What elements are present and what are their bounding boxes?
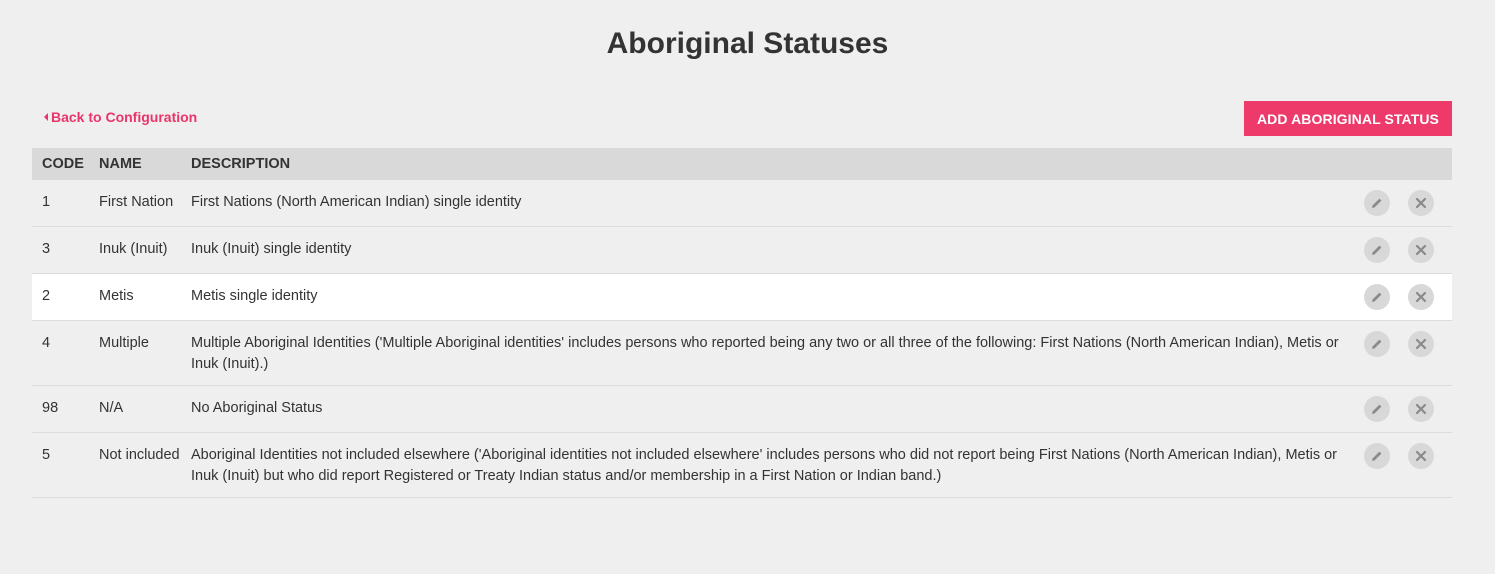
column-header-code[interactable]: CODE [32, 148, 89, 180]
edit-button[interactable] [1364, 284, 1390, 310]
table-row: 3 Inuk (Inuit) Inuk (Inuit) single identit… [32, 227, 1452, 274]
aboriginal-statuses-table: CODE NAME DESCRIPTION 1 First Nation First… [32, 148, 1452, 498]
cell-name: Inuk (Inuit) [99, 241, 168, 257]
cell-code: 98 [42, 400, 59, 416]
cell-code: 1 [42, 194, 51, 210]
column-header-actions [1348, 148, 1452, 180]
cell-code: 2 [42, 288, 51, 304]
cell-name: Metis [99, 288, 134, 304]
cell-description: First Nations (North American Indian) si… [191, 194, 522, 210]
table-row: 98 N/A No Aboriginal Status [32, 386, 1452, 433]
delete-button[interactable] [1408, 443, 1434, 469]
edit-button[interactable] [1364, 331, 1390, 357]
cell-actions [1348, 386, 1452, 433]
cell-name: N/A [99, 400, 124, 416]
edit-button[interactable] [1364, 190, 1390, 216]
cell-actions [1348, 321, 1452, 386]
cell-actions [1348, 227, 1452, 274]
column-header-name[interactable]: NAME [89, 148, 181, 180]
table-row: 2 Metis Metis single identity [32, 273, 1452, 321]
cell-description: Multiple Aboriginal Identities ('Multipl… [191, 335, 1339, 372]
cell-description: No Aboriginal Status [191, 400, 323, 416]
cell-code: 3 [42, 241, 51, 257]
edit-button[interactable] [1364, 237, 1390, 263]
table-row: 5 Not included Aboriginal Identities not i… [32, 433, 1452, 498]
cell-actions [1348, 274, 1452, 321]
back-to-configuration-link[interactable]: Back to Configuration [44, 109, 197, 125]
delete-button[interactable] [1408, 396, 1434, 422]
cell-description: Inuk (Inuit) single identity [191, 241, 352, 257]
add-aboriginal-status-button[interactable]: ADD ABORIGINAL STATUS [1243, 101, 1452, 136]
delete-button[interactable] [1408, 331, 1434, 357]
caret-left-icon [44, 113, 48, 121]
back-link-label: Back to Configuration [51, 109, 198, 125]
cell-name: Multiple [99, 335, 149, 351]
cell-name: First Nation [99, 194, 174, 210]
column-header-description[interactable]: DESCRIPTION [181, 148, 1348, 180]
table-row: 4 Multiple Multiple Aboriginal Identities … [32, 321, 1452, 386]
delete-button[interactable] [1408, 237, 1434, 263]
edit-button[interactable] [1364, 443, 1390, 469]
cell-name: Not included [99, 447, 180, 463]
table-header-row: CODE NAME DESCRIPTION [32, 148, 1452, 180]
cell-code: 5 [42, 447, 51, 463]
delete-button[interactable] [1408, 284, 1434, 310]
toolbar: Back to Configuration ADD ABORIGINAL STA… [32, 101, 1452, 136]
cell-actions [1348, 433, 1452, 498]
delete-button[interactable] [1408, 190, 1434, 216]
page-title: Aboriginal Statuses [606, 27, 889, 60]
edit-button[interactable] [1364, 396, 1390, 422]
cell-actions [1348, 180, 1452, 227]
cell-description: Aboriginal Identities not included elsew… [191, 447, 1338, 484]
cell-code: 4 [42, 335, 51, 351]
cell-description: Metis single identity [191, 288, 318, 304]
table-row: 1 First Nation First Nations (North Americ… [32, 180, 1452, 227]
